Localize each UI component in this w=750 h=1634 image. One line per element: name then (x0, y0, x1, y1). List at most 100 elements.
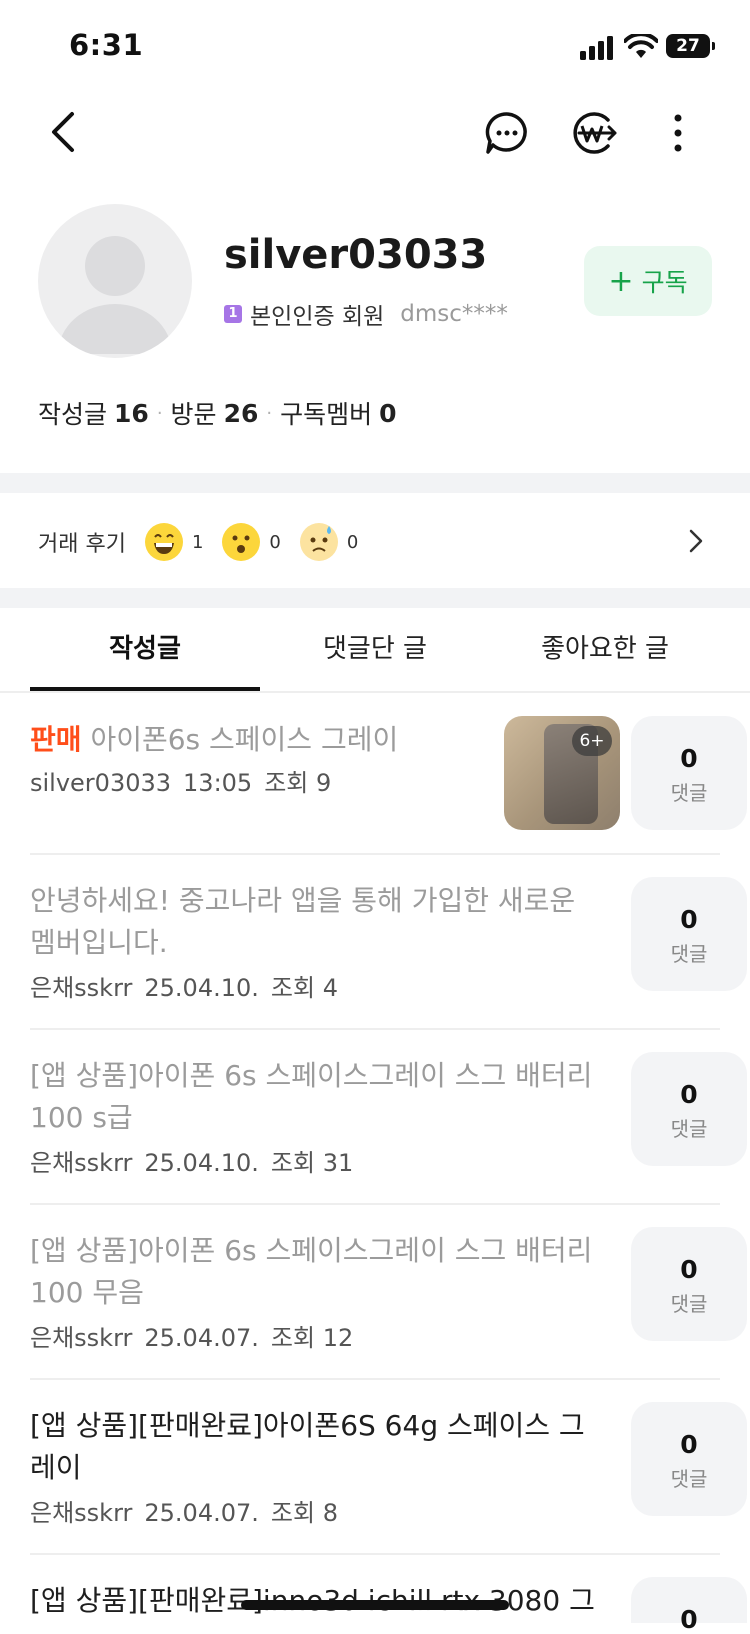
post-author: silver03033 (30, 769, 172, 797)
comment-count: 0 (680, 1430, 698, 1459)
avatar[interactable] (38, 204, 192, 358)
comment-count-box[interactable]: 0 댓글 (631, 1052, 747, 1166)
stat-separator: · (266, 402, 273, 424)
status-time: 6:31 (69, 28, 144, 62)
grinning-face-icon (144, 523, 183, 561)
subscribe-button[interactable]: + 구독 (584, 246, 712, 316)
comment-count-box[interactable]: 0 댓글 (631, 877, 747, 991)
post-title-line: 100 무음 (30, 1276, 144, 1309)
post-meta: 은채sskrr 25.04.07. 조회 12 (30, 1318, 365, 1353)
post-thumbnail[interactable]: 6+ (504, 716, 620, 830)
tab-posts[interactable]: 작성글 (30, 628, 260, 665)
post-title[interactable]: 판매 아이폰6s 스페이스 그레이 (30, 719, 490, 761)
tab-commented-posts[interactable]: 댓글단 글 (260, 628, 490, 665)
cellular-signal-icon (580, 36, 613, 60)
post-title[interactable]: [앱 상품][판매완료]아이폰6S 64g 스페이스 그 레이 (30, 1405, 610, 1489)
post-views: 조회 12 (270, 1324, 354, 1352)
posts-stat-label: 작성글 (38, 400, 108, 429)
battery-tip (712, 42, 715, 50)
masked-user-id: dmsc**** (400, 301, 508, 327)
comment-label: 댓글 (670, 781, 708, 805)
post-title[interactable]: 안녕하세요! 중고나라 앱을 통해 가입한 새로운 멤버입니다. (30, 880, 610, 964)
post-separator (30, 853, 720, 855)
profile-username: silver03033 (224, 232, 488, 278)
post-title-line: 100 s급 (30, 1101, 133, 1134)
back-arrow-icon[interactable] (48, 110, 78, 154)
sale-tag: 판매 (30, 723, 82, 756)
post-title[interactable]: [앱 상품]아이폰 6s 스페이스그레이 스그 배터리 100 s급 (30, 1055, 610, 1139)
post-views: 조회 9 (264, 769, 332, 797)
review-count-bad: 0 (346, 531, 359, 553)
review-count-neutral: 0 (269, 531, 281, 553)
verified-label: 본인인증 회원 (250, 304, 385, 330)
chevron-right-icon[interactable] (688, 528, 704, 554)
profile-stats: 작성글 16 · 방문 26 · 구독멤버 0 (38, 395, 397, 431)
wifi-icon (624, 34, 658, 58)
post-meta: 은채sskrr 25.04.10. 조회 4 (30, 968, 350, 1003)
post-author: 은채sskrr (30, 1149, 133, 1177)
post-author: 은채sskrr (30, 1499, 133, 1527)
post-views: 조회 31 (270, 1149, 354, 1177)
neutral-face-icon (222, 523, 261, 561)
sad-sweat-face-icon (299, 523, 338, 561)
post-title-line: 안녕하세요! 중고나라 앱을 통해 가입한 새로운 (30, 884, 576, 917)
post-meta: 은채sskrr 25.04.10. 조회 31 (30, 1143, 365, 1178)
post-title-text: 아이폰6s 스페이스 그레이 (90, 723, 399, 756)
comment-label: 댓글 (670, 1467, 708, 1491)
post-date: 25.04.10. (144, 974, 259, 1002)
post-author: 은채sskrr (30, 974, 133, 1002)
visits-stat-label: 방문 (170, 400, 217, 429)
post-separator (30, 1553, 720, 1555)
won-transfer-icon[interactable] (570, 110, 618, 156)
post-title[interactable]: [앱 상품]아이폰 6s 스페이스그레이 스그 배터리 100 무음 (30, 1230, 610, 1314)
posts-stat-value: 16 (114, 398, 149, 428)
home-indicator[interactable] (241, 1600, 509, 1610)
comment-count-box[interactable]: 0 댓글 (631, 1227, 747, 1341)
subscribe-label: 구독 (641, 268, 688, 297)
post-author: 은채sskrr (30, 1324, 133, 1352)
comment-label: 댓글 (670, 1117, 708, 1141)
trade-review-row[interactable]: 거래 후기 1 0 0 (38, 522, 376, 562)
comment-count: 0 (680, 1255, 698, 1284)
post-title-line: [앱 상품][판매완료]아이폰6S 64g 스페이스 그 (30, 1409, 585, 1442)
more-options-icon[interactable] (672, 112, 684, 154)
comment-count: 0 (680, 1605, 698, 1634)
post-separator (30, 1378, 720, 1380)
comment-count: 0 (680, 1080, 698, 1109)
post-date: 13:05 (183, 769, 253, 797)
section-divider (0, 473, 750, 493)
tab-baseline (0, 691, 750, 693)
post-meta: silver03033 13:05 조회 9 (30, 763, 343, 798)
post-meta: 은채sskrr 25.04.07. 조회 8 (30, 1493, 350, 1528)
comment-count-box[interactable]: 0 댓글 (631, 1402, 747, 1516)
battery-indicator: 27 (666, 34, 710, 58)
comment-count-box[interactable]: 0 댓글 (631, 716, 747, 830)
post-date: 25.04.07. (144, 1324, 259, 1352)
post-views: 조회 8 (270, 1499, 338, 1527)
members-stat-value: 0 (379, 398, 397, 428)
post-date: 25.04.07. (144, 1499, 259, 1527)
post-title-line: [앱 상품]아이폰 6s 스페이스그레이 스그 배터리 (30, 1059, 593, 1092)
default-avatar-icon (58, 236, 172, 354)
comment-count: 0 (680, 905, 698, 934)
post-title-line: [앱 상품]아이폰 6s 스페이스그레이 스그 배터리 (30, 1234, 593, 1267)
members-stat-label: 구독멤버 (280, 400, 373, 429)
active-tab-indicator (30, 687, 260, 691)
post-separator (30, 1028, 720, 1030)
visits-stat-value: 26 (223, 398, 259, 428)
post-views: 조회 4 (270, 974, 338, 1002)
chat-bubble-icon[interactable] (484, 110, 530, 156)
verification-row: 1 본인인증 회원 dmsc**** (224, 297, 508, 331)
comment-count-box[interactable]: 0 (631, 1577, 747, 1634)
tab-liked-posts[interactable]: 좋아요한 글 (490, 628, 720, 665)
comment-label: 댓글 (670, 1292, 708, 1316)
post-title-line: 멤버입니다. (30, 926, 168, 959)
post-title-line: 레이 (30, 1451, 82, 1484)
section-divider (0, 588, 750, 608)
comment-count: 0 (680, 744, 698, 773)
review-count-good: 1 (191, 531, 204, 553)
image-count-badge: 6+ (572, 726, 612, 756)
stat-separator: · (156, 402, 163, 424)
plus-icon: + (608, 263, 634, 299)
member-level-badge: 1 (224, 305, 242, 323)
